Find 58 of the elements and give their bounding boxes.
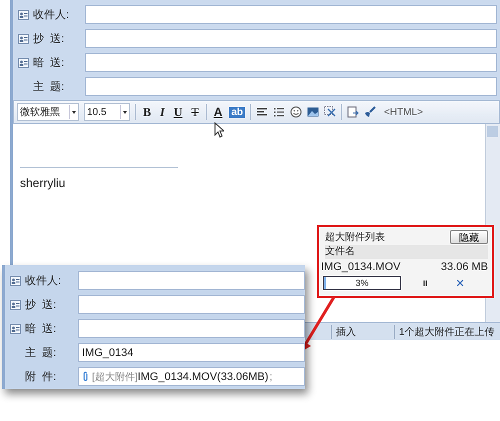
field-label: 收件人:	[33, 8, 70, 22]
column-header: 文件名	[325, 245, 488, 259]
field-label: 收件人:	[25, 274, 62, 288]
image-icon[interactable]	[307, 106, 320, 118]
progress-percent: 3%	[354, 277, 370, 289]
field-label: 主 题:	[33, 80, 64, 94]
field-label: 抄 送:	[25, 298, 56, 312]
input-field[interactable]: [超大附件]IMG_0134.MOV(33.06MB);	[78, 367, 305, 386]
pause-button[interactable]: II	[423, 278, 428, 288]
scissors-icon[interactable]	[324, 106, 336, 118]
paperclip-icon	[82, 371, 89, 382]
field-label: 暗 送:	[33, 56, 64, 70]
contact-card-icon[interactable]	[18, 10, 29, 20]
field-label: 主 题:	[25, 346, 56, 360]
input-field[interactable]	[85, 77, 497, 96]
contact-card-icon[interactable]	[18, 58, 29, 68]
input-field[interactable]	[78, 319, 305, 338]
signature-text: sherryliu	[20, 176, 66, 190]
status-text: 1个超大附件正在上传	[394, 324, 495, 338]
input-field[interactable]	[78, 271, 305, 290]
contact-card-icon[interactable]	[10, 300, 21, 310]
dropdown-caret-icon[interactable]	[69, 105, 78, 119]
panel-title: 超大附件列表	[325, 230, 385, 244]
attachment-name: IMG_0134.MOV(33.06MB)	[138, 370, 268, 382]
separator-text: ;	[269, 370, 272, 382]
status-text: 插入	[331, 324, 394, 338]
file-name: IMG_0134.MOV	[321, 261, 400, 273]
highlight-button[interactable]: ab	[229, 106, 246, 118]
contact-card-icon[interactable]	[10, 324, 21, 334]
format-button[interactable]: B	[141, 104, 154, 120]
file-size: 33.06 MB	[440, 261, 488, 273]
format-button[interactable]: I	[158, 104, 167, 120]
attachment-tag: [超大附件]	[92, 370, 138, 384]
field-label: 暗 送:	[25, 322, 56, 336]
emoji-icon[interactable]	[290, 106, 302, 118]
contact-card-icon[interactable]	[10, 276, 21, 286]
font-color-button[interactable]: A	[212, 105, 224, 119]
cancel-button[interactable]: ✕	[455, 276, 465, 290]
input-field[interactable]	[85, 53, 497, 72]
format-button[interactable]: T	[189, 104, 201, 120]
brush-icon[interactable]	[364, 106, 376, 118]
hide-button[interactable]: 隐藏	[450, 230, 488, 244]
html-mode-link[interactable]: <HTML>	[384, 106, 423, 118]
input-field[interactable]	[78, 295, 305, 314]
field-label: 抄 送:	[33, 32, 64, 46]
insert-icon[interactable]	[347, 106, 360, 118]
list-icon[interactable]	[273, 106, 286, 118]
format-button[interactable]: U	[172, 104, 184, 120]
font-dropdown[interactable]: 微软雅黑	[17, 103, 79, 121]
align-icon[interactable]	[256, 106, 268, 118]
input-field[interactable]	[85, 29, 497, 48]
field-value: IMG_0134	[82, 346, 134, 358]
dropdown-caret-icon[interactable]	[120, 105, 129, 119]
input-field[interactable]	[85, 5, 497, 24]
contact-card-icon[interactable]	[18, 34, 29, 44]
input-field[interactable]: IMG_0134	[78, 343, 305, 362]
size-dropdown[interactable]: 10.5	[84, 103, 130, 121]
field-label: 附 件:	[25, 370, 56, 384]
